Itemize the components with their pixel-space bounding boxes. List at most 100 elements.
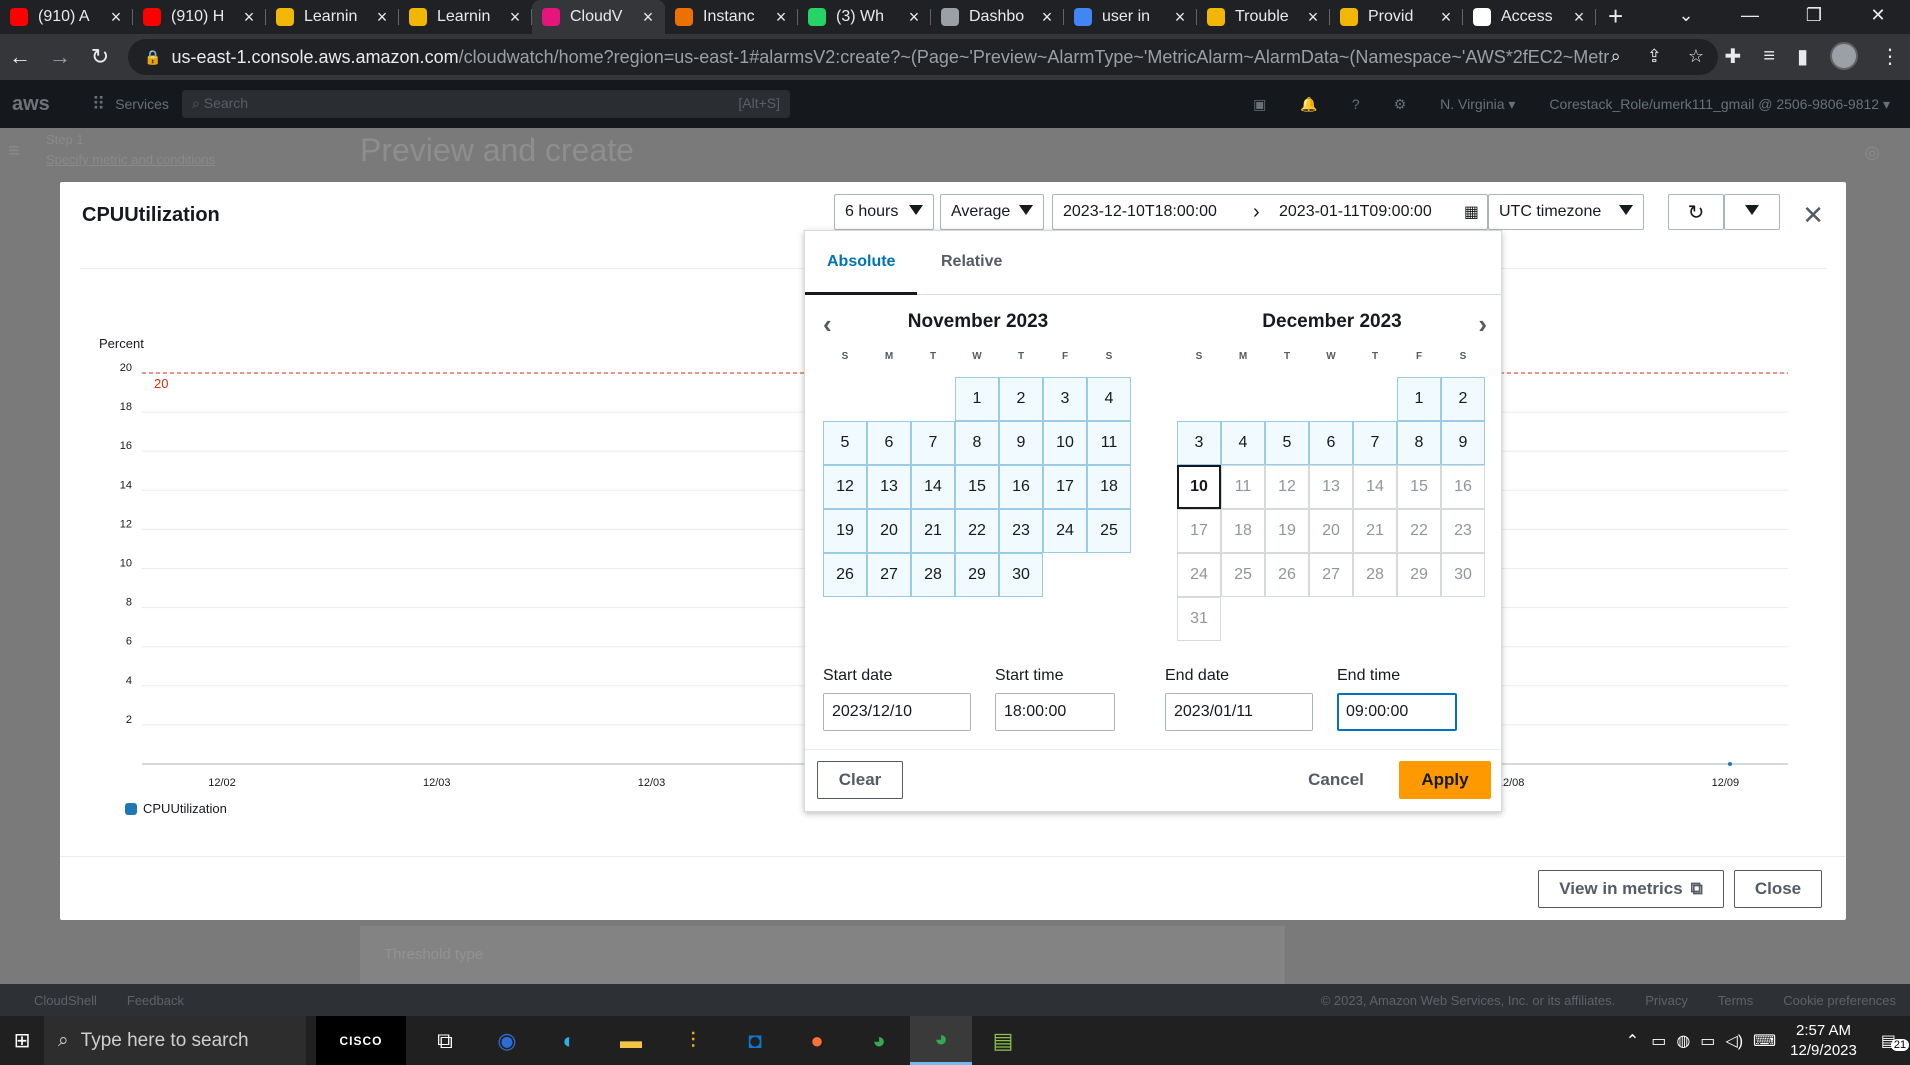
notepad-icon[interactable]: ▤	[972, 1016, 1034, 1065]
calendar-day[interactable]: 25	[1087, 509, 1131, 553]
browser-tab[interactable]: Provid ×	[1330, 0, 1463, 34]
calendar-day[interactable]: 21	[911, 509, 955, 553]
aws-logo[interactable]: aws	[12, 93, 72, 116]
timezone-dropdown[interactable]: UTC timezone	[1488, 194, 1644, 230]
calendar-day[interactable]: 5	[823, 421, 867, 465]
settings-gear-icon[interactable]: ⚙	[1394, 96, 1407, 113]
close-tab-icon[interactable]: ×	[905, 7, 923, 28]
close-window-icon[interactable]: ✕	[1846, 0, 1910, 34]
cookie-preferences-link[interactable]: Cookie preferences	[1783, 993, 1896, 1008]
terms-link[interactable]: Terms	[1718, 993, 1753, 1008]
calendar-day[interactable]: 11	[1087, 421, 1131, 465]
browser-tab[interactable]: Trouble ×	[1197, 0, 1330, 34]
calendar-day[interactable]: 30	[999, 553, 1043, 597]
forward-icon[interactable]: →	[40, 44, 80, 70]
calendar-day[interactable]: 7	[911, 421, 955, 465]
calendar-day[interactable]: 8	[1397, 421, 1441, 465]
calendar-day[interactable]: 24	[1177, 553, 1221, 597]
calendar-day[interactable]: 16	[999, 465, 1043, 509]
notifications-icon[interactable]: 🔔	[1300, 96, 1317, 113]
browser-tab[interactable]: CloudV ×	[532, 0, 665, 34]
calendar-day[interactable]: 16	[1441, 465, 1485, 509]
task-view-icon[interactable]: ⧉	[414, 1016, 476, 1065]
notifications-icon[interactable]: ▤ 21	[1881, 1031, 1910, 1051]
close-tab-icon[interactable]: ×	[107, 7, 125, 28]
close-tab-icon[interactable]: ×	[772, 7, 790, 28]
calendar-day[interactable]: 14	[911, 465, 955, 509]
cloudshell-icon[interactable]: ▣	[1253, 96, 1266, 113]
calendar-day[interactable]: 25	[1221, 553, 1265, 597]
calendar-day[interactable]: 19	[1265, 509, 1309, 553]
calendar-day[interactable]: 12	[823, 465, 867, 509]
edge-icon[interactable]: ◐	[538, 1016, 600, 1065]
calendar-day[interactable]: 2	[1441, 377, 1485, 421]
calendar-day[interactable]: 29	[1397, 553, 1441, 597]
sidebar-menu-icon[interactable]: ≡	[8, 140, 20, 163]
close-tab-icon[interactable]: ×	[1038, 7, 1056, 28]
calendar-day[interactable]: 6	[867, 421, 911, 465]
calendar-day[interactable]: 28	[911, 553, 955, 597]
outlook-icon[interactable]: ◘	[724, 1016, 786, 1065]
end-time-input[interactable]: 09:00:00	[1337, 693, 1457, 731]
app-icon[interactable]: ⫶	[662, 1016, 724, 1065]
view-in-metrics-button[interactable]: View in metrics ⧉	[1538, 870, 1724, 908]
region-selector[interactable]: N. Virginia ▾	[1440, 96, 1515, 113]
calendar-day[interactable]: 4	[1221, 421, 1265, 465]
calendar-day[interactable]: 28	[1353, 553, 1397, 597]
start-time-input[interactable]: 18:00:00	[995, 693, 1115, 731]
refresh-button[interactable]: ↻	[1668, 194, 1724, 230]
calendar-day[interactable]: 24	[1043, 509, 1087, 553]
battery-icon[interactable]: ▭	[1700, 1031, 1715, 1051]
calendar-day[interactable]: 17	[1043, 465, 1087, 509]
close-button[interactable]: Close	[1734, 870, 1822, 908]
calendar-day[interactable]: 9	[999, 421, 1043, 465]
calendar-day[interactable]: 14	[1353, 465, 1397, 509]
chrome-icon[interactable]: ◕	[848, 1016, 910, 1065]
cancel-button[interactable]: Cancel	[1299, 761, 1373, 799]
reload-icon[interactable]: ↻	[80, 44, 120, 70]
windows-start-icon[interactable]: ⊞	[0, 1028, 44, 1053]
period-dropdown[interactable]: 6 hours	[834, 194, 934, 230]
calendar-day[interactable]: 10	[1043, 421, 1087, 465]
cloudshell-link[interactable]: CloudShell	[34, 993, 97, 1008]
extensions-icon[interactable]: ✚	[1725, 44, 1742, 69]
browser-tab[interactable]: user in ×	[1064, 0, 1197, 34]
browser-tab[interactable]: Dashbo ×	[931, 0, 1064, 34]
calendar-day[interactable]: 31	[1177, 597, 1221, 641]
calendar-day[interactable]: 29	[955, 553, 999, 597]
tab-search-icon[interactable]: ⌄	[1654, 0, 1718, 34]
tab-absolute[interactable]: Absolute	[827, 253, 895, 271]
browser-tab[interactable]: (910) H ×	[133, 0, 266, 34]
close-tab-icon[interactable]: ×	[240, 7, 258, 28]
info-icon[interactable]: ◎	[1864, 142, 1880, 163]
calendar-day[interactable]: 17	[1177, 509, 1221, 553]
calendar-day[interactable]: 27	[867, 553, 911, 597]
apply-button[interactable]: Apply	[1399, 761, 1491, 799]
network-icon[interactable]: ▭	[1651, 1031, 1666, 1051]
close-tab-icon[interactable]: ×	[373, 7, 391, 28]
firefox-icon[interactable]: ●	[786, 1016, 848, 1065]
new-tab-icon[interactable]: +	[1608, 0, 1623, 34]
close-tab-icon[interactable]: ×	[639, 7, 657, 28]
back-icon[interactable]: ←	[0, 44, 40, 70]
bookmark-star-icon[interactable]: ☆	[1688, 46, 1704, 67]
calendar-day[interactable]: 1	[955, 377, 999, 421]
calendar-day[interactable]: 18	[1221, 509, 1265, 553]
calendar-day[interactable]: 3	[1043, 377, 1087, 421]
calendar-day[interactable]: 30	[1441, 553, 1485, 597]
close-tab-icon[interactable]: ×	[1304, 7, 1322, 28]
chevron-up-icon[interactable]: ⌃	[1626, 1031, 1639, 1051]
close-tab-icon[interactable]: ×	[1437, 7, 1455, 28]
media-icon[interactable]: ≡	[1763, 45, 1775, 68]
calendar-day[interactable]: 12	[1265, 465, 1309, 509]
calendar-day[interactable]: 26	[1265, 553, 1309, 597]
taskbar-search[interactable]: ⌕ Type here to search	[44, 1016, 306, 1065]
statistic-dropdown[interactable]: Average	[940, 194, 1044, 230]
volume-icon[interactable]: ◁)	[1725, 1031, 1743, 1051]
calendar-day[interactable]: 18	[1087, 465, 1131, 509]
menu-icon[interactable]: ⋮	[1880, 44, 1900, 69]
profile-avatar[interactable]	[1830, 42, 1858, 70]
security-icon[interactable]: ◍	[1676, 1031, 1690, 1051]
calendar-day[interactable]: 22	[1397, 509, 1441, 553]
calendar-day[interactable]: 15	[1397, 465, 1441, 509]
